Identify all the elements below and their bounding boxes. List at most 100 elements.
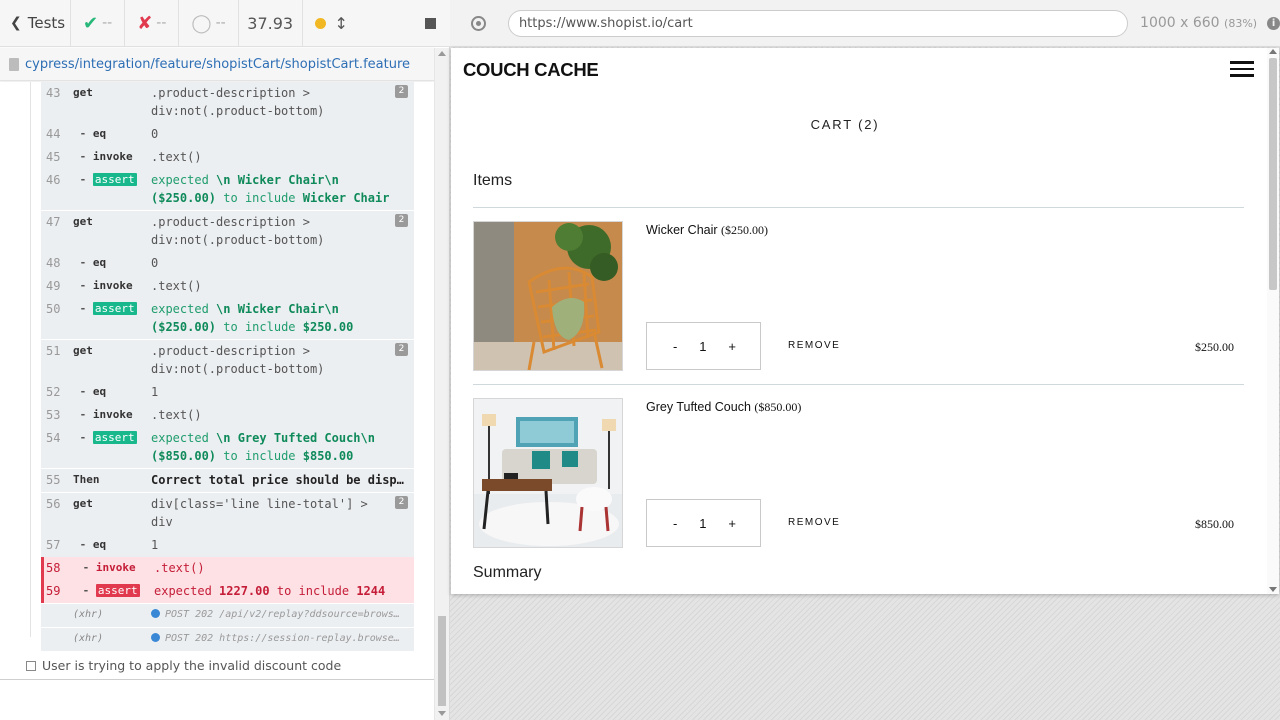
hamburger-menu-icon[interactable]	[1230, 61, 1254, 77]
assert-badge: assert	[92, 302, 137, 315]
scrollbar-thumb[interactable]	[1269, 58, 1277, 290]
tests-button[interactable]: ❮ Tests	[0, 0, 71, 47]
circle-icon: ◯	[191, 12, 212, 34]
auto-scroll-toggle[interactable]: ↕	[314, 13, 348, 33]
scroll-up-icon[interactable]	[438, 51, 446, 56]
command-name: - eq	[73, 125, 151, 143]
viewport-dimensions: 1000 x 660	[1140, 15, 1220, 31]
command-row[interactable]: 56 get div[class='line line-total'] > div 2	[41, 492, 414, 534]
passed-stat[interactable]: ✔ --	[71, 0, 126, 47]
failed-stat[interactable]: ✘ --	[125, 0, 180, 47]
decrease-button[interactable]: -	[673, 516, 677, 531]
command-message-text: 1	[151, 385, 159, 399]
line-total: $850.00	[1195, 517, 1234, 531]
pending-stat[interactable]: ◯ --	[179, 0, 239, 47]
command-number: 45	[46, 150, 61, 164]
remove-button[interactable]: REMOVE	[788, 340, 840, 351]
command-name: - assert	[76, 582, 154, 600]
command-number: 43	[46, 86, 61, 100]
xhr-row[interactable]: (xhr) POST 202 https://session-replay.bro…	[41, 627, 414, 651]
increase-button[interactable]: +	[728, 516, 736, 531]
command-name: get	[73, 84, 151, 120]
assert-part: 1244	[356, 584, 386, 598]
scroll-up-icon[interactable]	[1269, 49, 1277, 54]
reporter-scrollbar[interactable]	[434, 48, 449, 720]
quantity-value[interactable]: 1	[699, 516, 706, 531]
scrollbar-thumb[interactable]	[438, 616, 446, 706]
info-icon[interactable]: i	[1267, 16, 1280, 30]
command-row[interactable]: 55 Then Correct total price should be disp…	[41, 468, 414, 492]
command-name-text: get	[73, 86, 93, 99]
command-row[interactable]: 57 - eq 1	[41, 534, 414, 557]
child-dash: -	[73, 173, 93, 186]
command-row[interactable]: 44 - eq 0	[41, 123, 414, 146]
command-row[interactable]: 58 - invoke .text()	[41, 557, 414, 580]
child-dash: -	[73, 302, 93, 315]
command-row[interactable]: 50 - assert expected \n Wicker Chair\n ($…	[41, 298, 414, 339]
xhr-row[interactable]: (xhr) POST 202 /api/v2/replay?ddsource=br…	[41, 603, 414, 627]
remove-button[interactable]: REMOVE	[788, 517, 840, 528]
scroll-down-icon[interactable]	[438, 711, 446, 716]
command-number	[41, 606, 73, 624]
grey-tufted-couch-image	[473, 398, 623, 548]
assert-part: expected	[151, 173, 209, 187]
command-message: .product-description > div:not(.product-…	[151, 213, 414, 249]
command-row[interactable]: 59 - assert expected 1227.00 to include 1…	[41, 580, 414, 603]
command-message-text: .text()	[151, 408, 202, 422]
command-row[interactable]: 47 get .product-description > div:not(.pro…	[41, 210, 414, 252]
command-row[interactable]: 43 get .product-description > div:not(.pro…	[41, 82, 414, 123]
command-message: expected \n Wicker Chair\n ($250.00) to …	[151, 300, 414, 336]
screen: ❮ Tests ✔ -- ✘ -- ◯ -- 37.93 ↕ cypress/i…	[0, 0, 1280, 720]
command-row[interactable]: 51 get .product-description > div:not(.pro…	[41, 339, 414, 381]
command-message-text: div[class='line line-total'] > div	[151, 497, 368, 529]
command-name: - assert	[73, 171, 151, 207]
checkbox-icon	[26, 660, 36, 671]
command-message-text: Correct total price should be displayed	[151, 473, 414, 487]
command-row[interactable]: 52 - eq 1	[41, 381, 414, 404]
command-row[interactable]: 45 - invoke .text()	[41, 146, 414, 169]
assert-part: 1227.00	[219, 584, 270, 598]
element-count-badge: 2	[395, 343, 408, 356]
command-name-text: eq	[92, 385, 107, 398]
command-message: POST 202 https://session-replay.browser-…	[151, 630, 414, 648]
command-number	[41, 630, 73, 648]
command-row[interactable]: 49 - invoke .text()	[41, 275, 414, 298]
command-message-text: 1	[151, 538, 159, 552]
command-number: 57	[46, 538, 61, 552]
url-field[interactable]: https://www.shopist.io/cart	[507, 9, 1129, 37]
app-under-test: COUCH CACHE CART (2) Items Wicker Chair …	[451, 48, 1279, 594]
stop-icon[interactable]	[425, 17, 436, 29]
next-test-row[interactable]: User is trying to apply the invalid disc…	[0, 652, 434, 680]
command-name-text: invoke	[92, 279, 133, 292]
command-row[interactable]: 54 - assert expected \n Grey Tufted Couch…	[41, 427, 414, 468]
command-row[interactable]: 48 - eq 0	[41, 252, 414, 275]
store-logo[interactable]: COUCH CACHE	[463, 59, 599, 81]
items-heading: Items	[473, 172, 513, 189]
passed-count: --	[102, 15, 113, 31]
command-name-text: get	[73, 497, 93, 510]
increase-button[interactable]: +	[728, 339, 736, 354]
command-log[interactable]: 43 get .product-description > div:not(.pro…	[0, 82, 434, 680]
decrease-button[interactable]: -	[673, 339, 677, 354]
command-name-text: get	[73, 215, 93, 228]
selector-playground-icon[interactable]	[471, 15, 486, 31]
quantity-value[interactable]: 1	[699, 339, 706, 354]
viewport-size: 1000 x 660 (83%)	[1140, 15, 1257, 31]
divider	[473, 207, 1244, 208]
app-scrollbar[interactable]	[1267, 48, 1279, 594]
updown-arrow-icon: ↕	[334, 13, 348, 33]
spec-path[interactable]: cypress/integration/feature/shopistCart/…	[0, 48, 434, 81]
command-message-text: POST 202 https://session-replay.browser-…	[165, 633, 414, 644]
command-message-text: .text()	[154, 561, 205, 575]
element-count-badge: 2	[395, 496, 408, 509]
command-number: 48	[46, 256, 61, 270]
command-name-text: invoke	[92, 150, 133, 163]
scroll-down-icon[interactable]	[1269, 587, 1277, 592]
command-row[interactable]: 46 - assert expected \n Wicker Chair\n ($…	[41, 169, 414, 210]
spec-path-text[interactable]: cypress/integration/feature/shopistCart/…	[25, 57, 410, 72]
assert-part: to include	[223, 449, 296, 463]
failed-count: --	[156, 15, 167, 31]
command-number: 54	[46, 431, 61, 445]
command-row[interactable]: 53 - invoke .text()	[41, 404, 414, 427]
assert-part: expected	[151, 431, 209, 445]
